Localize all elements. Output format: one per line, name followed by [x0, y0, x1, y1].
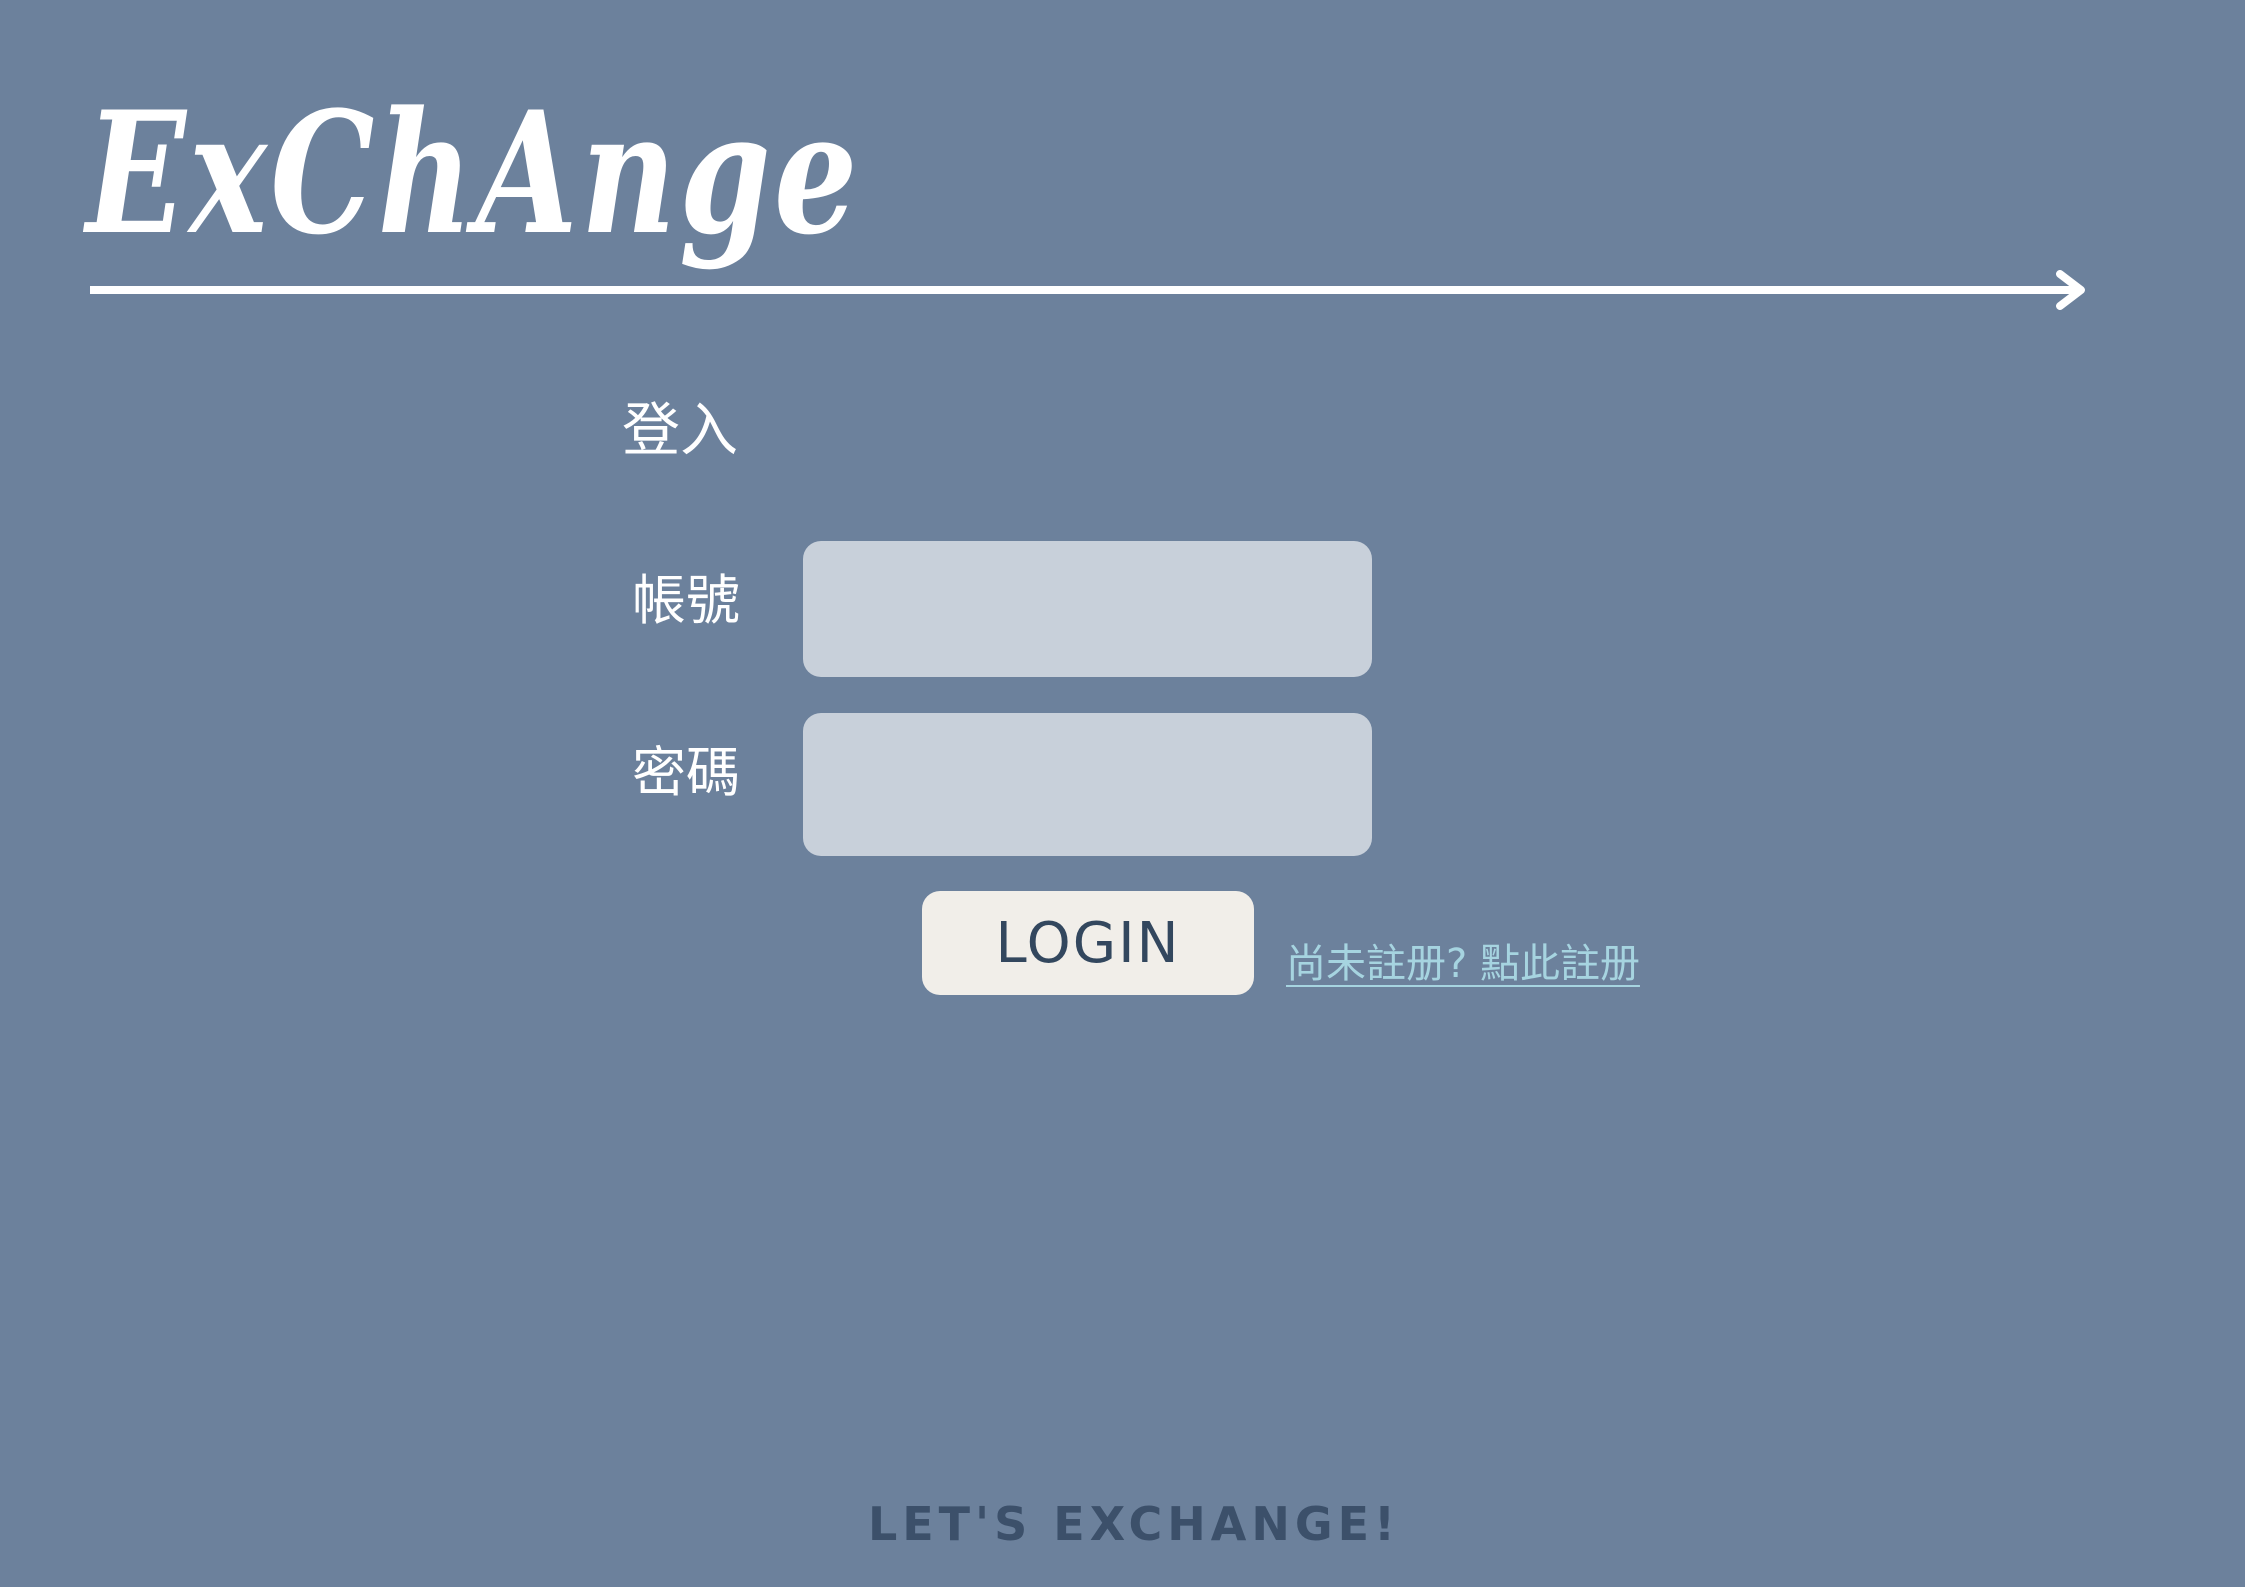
- login-button[interactable]: LOGIN: [922, 891, 1254, 995]
- register-link[interactable]: 尚未註册? 點此註册: [1286, 936, 1640, 992]
- password-input[interactable]: [803, 713, 1372, 856]
- account-label: 帳號: [632, 569, 740, 632]
- brand-logo: ExChAnge: [86, 74, 861, 272]
- arrow-divider-icon: [90, 270, 2085, 310]
- account-input[interactable]: [803, 541, 1372, 677]
- footer-tagline: LET'S EXCHANGE!: [867, 1497, 1401, 1551]
- password-label: 密碼: [632, 741, 740, 804]
- login-title: 登入: [622, 396, 739, 464]
